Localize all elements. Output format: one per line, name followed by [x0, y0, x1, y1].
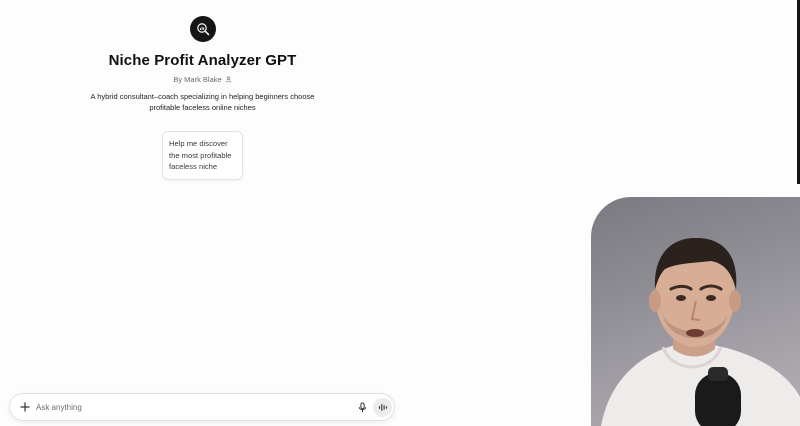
- voice-mode-icon: [378, 403, 387, 412]
- plus-icon: [20, 402, 30, 412]
- microphone-icon: [358, 401, 366, 412]
- presenter-video: [601, 237, 800, 426]
- description-line: profitable faceless online niches: [149, 103, 256, 112]
- attach-button[interactable]: [18, 400, 32, 414]
- dictate-button[interactable]: [355, 400, 369, 414]
- description-line: A hybrid consultant–coach specializing i…: [90, 92, 315, 101]
- webcam-overlay: [591, 197, 800, 426]
- conversation-starter-card[interactable]: Help me discover the most profitable fac…: [162, 131, 243, 180]
- magnifier-chart-icon: [196, 23, 209, 36]
- person-icon: [225, 76, 231, 83]
- voice-mode-button[interactable]: [373, 398, 392, 417]
- gpt-logo: [189, 16, 216, 42]
- starter-text-line: Help me discover: [169, 139, 228, 148]
- gpt-description: A hybrid consultant–coach specializing i…: [60, 91, 345, 113]
- starter-text-line: the most profitable: [169, 150, 232, 160]
- author-name[interactable]: By Mark Blake: [173, 75, 221, 84]
- ask-input[interactable]: [36, 400, 336, 415]
- chat-page: Niche Profit Analyzer GPT By Mark Blake …: [0, 0, 800, 426]
- gpt-title: Niche Profit Analyzer GPT: [108, 52, 297, 69]
- gpt-header: Niche Profit Analyzer GPT By Mark Blake …: [60, 16, 345, 113]
- gpt-author[interactable]: By Mark Blake: [60, 75, 345, 84]
- starter-text-line: faceless niche: [169, 162, 218, 171]
- message-composer: [9, 393, 395, 421]
